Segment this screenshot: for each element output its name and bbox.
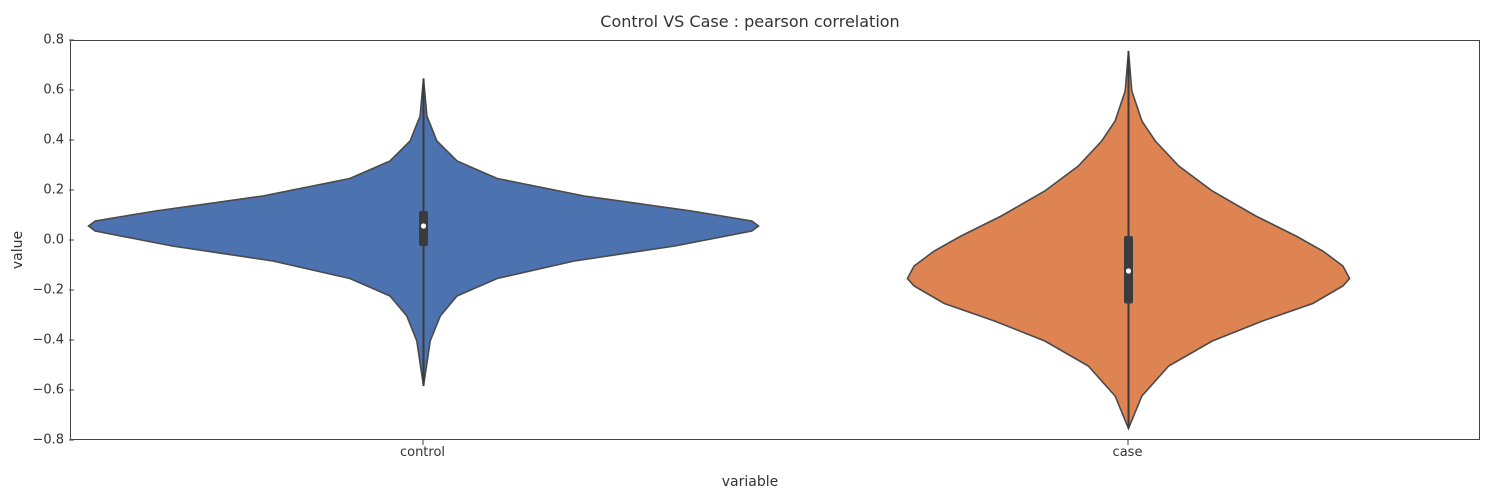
y-tick-label: 0.8 [0, 33, 64, 48]
y-tick-label: −0.8 [0, 433, 64, 448]
y-tick-mark [69, 340, 74, 341]
x-tick-mark [1127, 440, 1128, 445]
x-tick-mark [422, 440, 423, 445]
y-tick-mark [69, 90, 74, 91]
x-tick-label: control [400, 445, 445, 460]
y-tick-mark [69, 390, 74, 391]
y-tick-mark [69, 440, 74, 441]
y-tick-label: 0.4 [0, 133, 64, 148]
figure: Control VS Case : pearson correlation va… [0, 0, 1500, 500]
y-tick-label: −0.2 [0, 283, 64, 298]
y-tick-mark [69, 140, 74, 141]
violin-layer [71, 41, 1481, 441]
y-tick-mark [69, 240, 74, 241]
median-dot-control [421, 223, 426, 228]
y-axis-label: value [8, 0, 28, 500]
x-axis-label: variable [0, 474, 1500, 490]
x-tick-label: case [1113, 445, 1143, 460]
plot-area [70, 40, 1480, 440]
y-tick-label: −0.4 [0, 333, 64, 348]
median-dot-case [1126, 268, 1131, 273]
chart-title: Control VS Case : pearson correlation [0, 12, 1500, 31]
y-tick-label: −0.6 [0, 383, 64, 398]
y-tick-mark [69, 40, 74, 41]
y-tick-mark [69, 190, 74, 191]
y-tick-label: 0.0 [0, 233, 64, 248]
y-tick-label: 0.6 [0, 83, 64, 98]
y-tick-mark [69, 290, 74, 291]
y-tick-label: 0.2 [0, 183, 64, 198]
